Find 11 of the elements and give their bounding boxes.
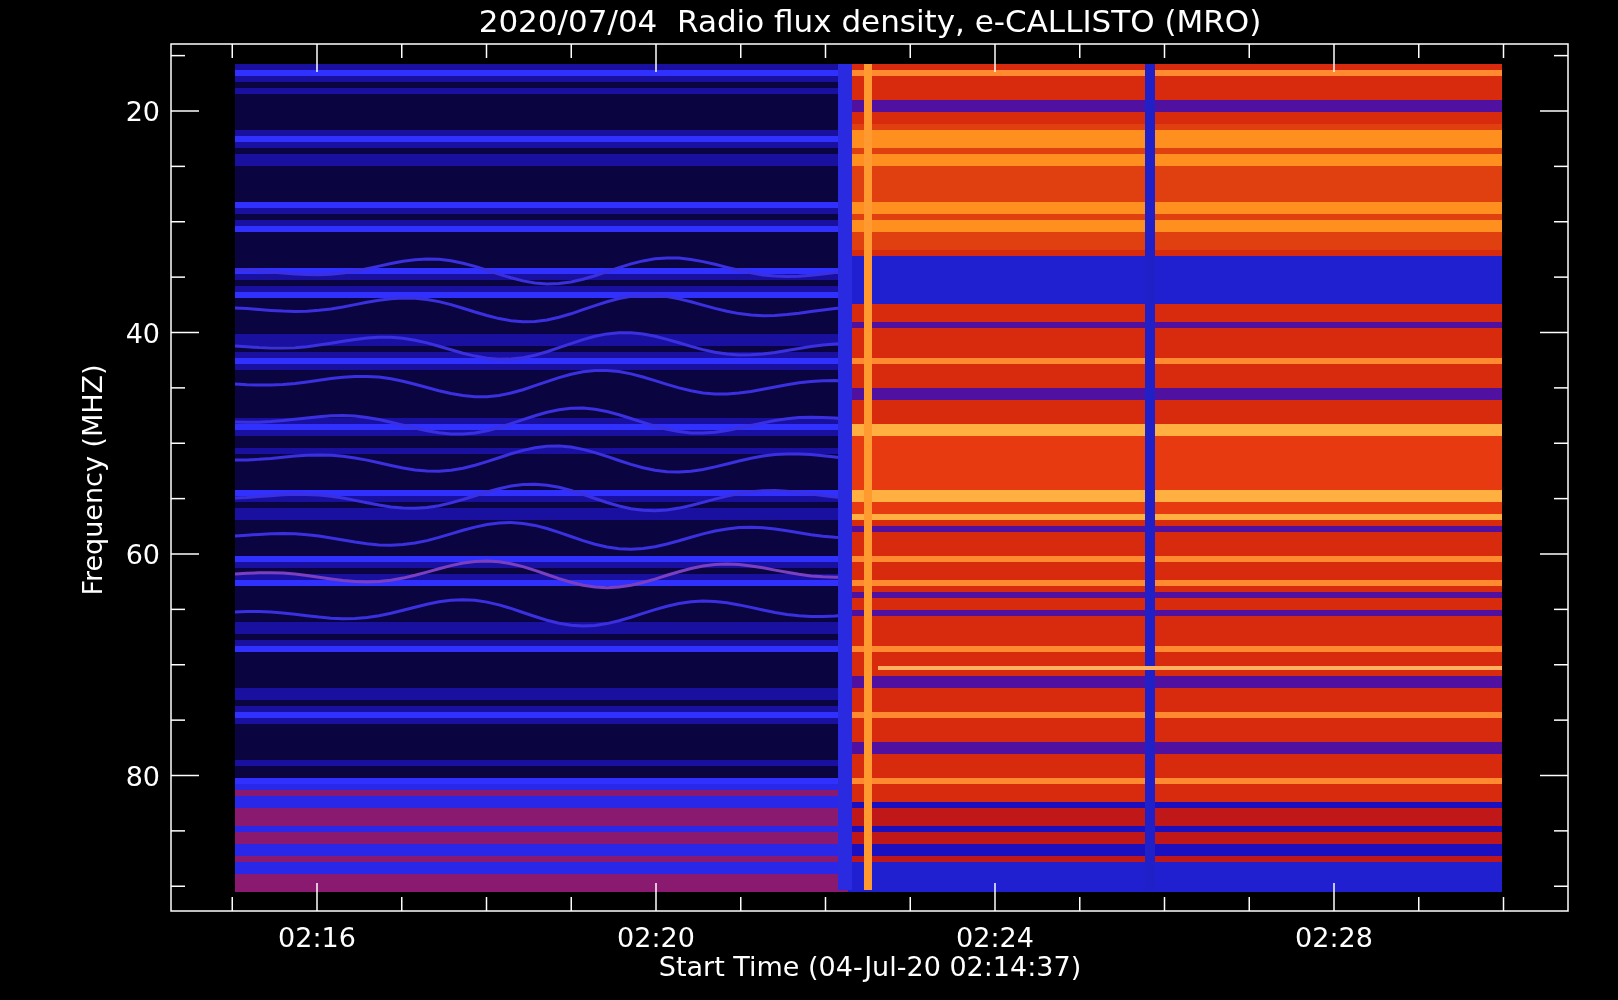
- plot-title: 2020/07/04 Radio flux density, e-CALLISTO (MRO): [478, 3, 1262, 39]
- y-tick-label: 60: [125, 539, 160, 570]
- x-tick-label: 02:16: [278, 922, 356, 953]
- y-tick-label: 20: [125, 96, 160, 127]
- y-axis-label: Frequency (MHZ): [77, 364, 108, 596]
- y-tick-label: 40: [125, 317, 160, 349]
- x-axis-label: Start Time (04-Jul-20 02:14:37): [658, 951, 1082, 982]
- x-tick-label: 02:20: [617, 922, 695, 953]
- y-tick-label: 80: [125, 760, 160, 792]
- x-tick-label: 02:28: [1295, 922, 1373, 953]
- x-tick-label: 02:24: [956, 922, 1034, 953]
